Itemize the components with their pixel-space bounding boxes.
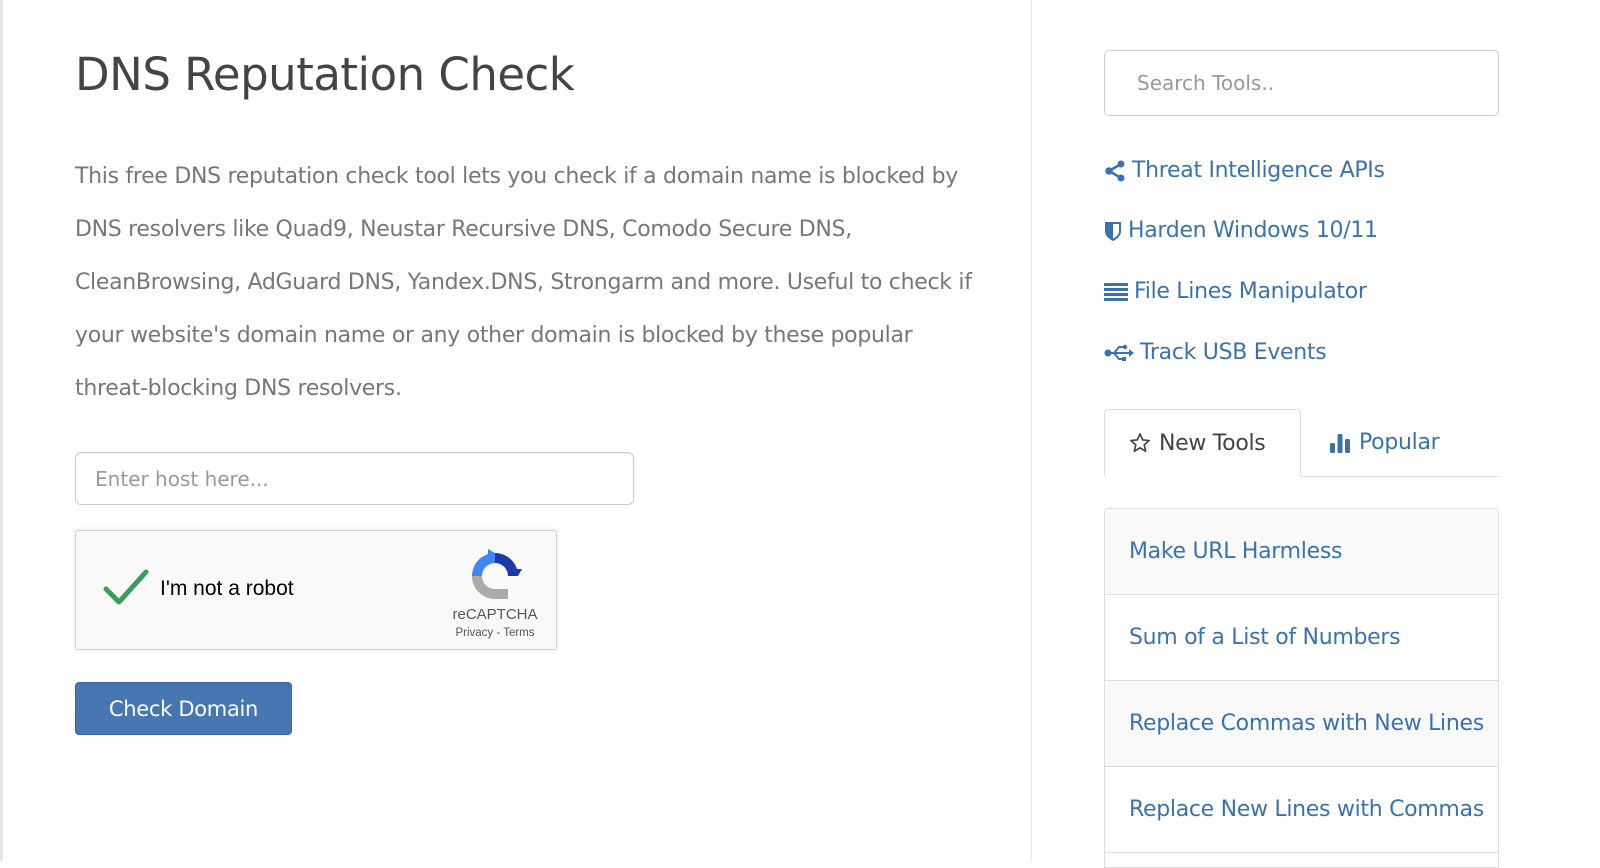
- checkmark-icon[interactable]: [102, 567, 150, 607]
- quick-link-file-lines[interactable]: File Lines Manipulator: [1104, 279, 1367, 304]
- quick-link-label: Threat Intelligence APIs: [1132, 158, 1385, 183]
- recaptcha-links: Privacy - Terms: [441, 627, 549, 639]
- quick-link-harden-windows[interactable]: Harden Windows 10/11: [1104, 218, 1378, 243]
- list-lines-icon: [1104, 282, 1128, 302]
- intro-text: This free DNS reputation check tool lets…: [75, 150, 975, 415]
- page-left-border: [0, 0, 3, 861]
- tool-item[interactable]: Replace New Lines with Commas: [1105, 767, 1498, 853]
- search-tools-input[interactable]: [1104, 50, 1499, 116]
- page-title: DNS Reputation Check: [75, 48, 574, 101]
- link-separator: -: [493, 627, 503, 639]
- share-icon: [1104, 160, 1126, 182]
- tab-label: Popular: [1359, 430, 1439, 455]
- tab-popular[interactable]: Popular: [1329, 409, 1439, 476]
- recaptcha-brand: reCAPTCHA: [441, 606, 549, 623]
- tool-tabs: New Tools Popular: [1104, 409, 1499, 477]
- quick-link-label: File Lines Manipulator: [1134, 279, 1367, 304]
- usb-icon: [1104, 343, 1134, 363]
- tab-label: New Tools: [1159, 431, 1265, 456]
- privacy-link[interactable]: Privacy: [455, 627, 493, 639]
- star-icon: [1129, 432, 1151, 454]
- captcha-label: I'm not a robot: [160, 577, 294, 601]
- quick-link-label: Harden Windows 10/11: [1128, 218, 1378, 243]
- tool-item[interactable]: Replace Commas with New Lines: [1105, 681, 1498, 767]
- tool-item[interactable]: Make URL Harmless: [1105, 509, 1498, 595]
- tool-item[interactable]: Sum of a List of Numbers: [1105, 595, 1498, 681]
- new-tools-list: Make URL Harmless Sum of a List of Numbe…: [1104, 508, 1499, 868]
- check-domain-button[interactable]: Check Domain: [75, 682, 292, 735]
- quick-link-track-usb[interactable]: Track USB Events: [1104, 340, 1326, 365]
- column-divider: [1031, 0, 1032, 861]
- host-input[interactable]: [75, 452, 634, 505]
- quick-link-label: Track USB Events: [1140, 340, 1326, 365]
- quick-link-threat-intelligence[interactable]: Threat Intelligence APIs: [1104, 158, 1385, 183]
- shield-icon: [1104, 220, 1122, 242]
- recaptcha-widget: I'm not a robot reCAPTCHA Privacy - Term…: [75, 530, 557, 650]
- recaptcha-logo-icon: [468, 549, 522, 603]
- tab-new-tools[interactable]: New Tools: [1104, 409, 1301, 477]
- terms-link[interactable]: Terms: [503, 627, 534, 639]
- bar-chart-icon: [1329, 432, 1351, 454]
